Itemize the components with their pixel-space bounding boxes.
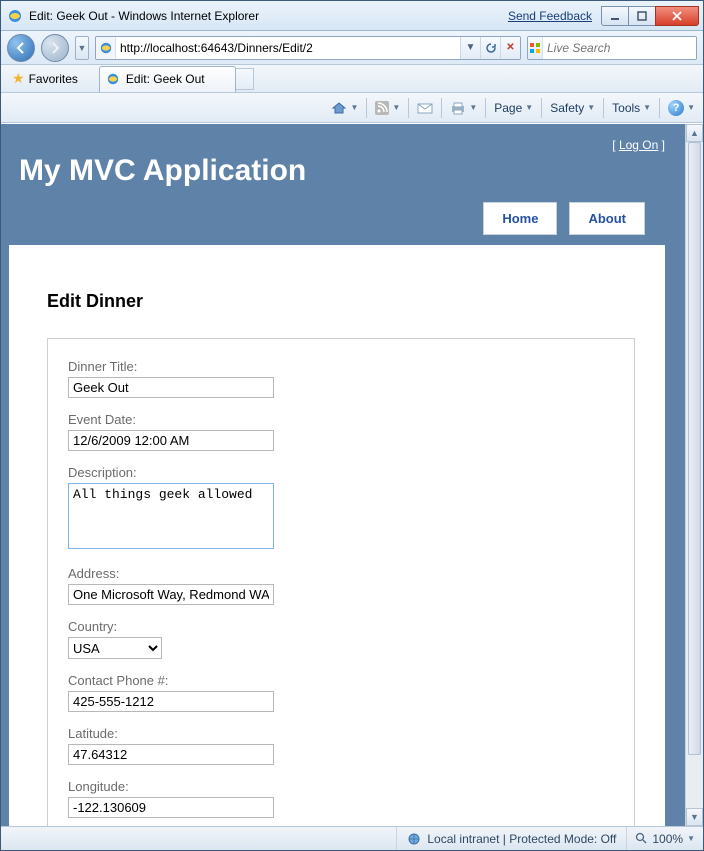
address-bar: ▼ ✕ bbox=[95, 36, 521, 60]
print-icon bbox=[450, 101, 466, 115]
zoom-icon bbox=[635, 832, 648, 845]
nav-history-dropdown[interactable]: ▼ bbox=[75, 36, 89, 60]
rss-icon bbox=[375, 101, 389, 115]
main-content: Edit Dinner Dinner Title: Event Date: De… bbox=[9, 245, 665, 826]
input-date[interactable] bbox=[68, 430, 274, 451]
input-title[interactable] bbox=[68, 377, 274, 398]
tools-menu[interactable]: Tools▼ bbox=[608, 96, 655, 120]
window-title: Edit: Geek Out - Windows Internet Explor… bbox=[29, 9, 508, 23]
browser-tab[interactable]: Edit: Geek Out bbox=[99, 66, 236, 92]
input-phone[interactable] bbox=[68, 691, 274, 712]
label-address: Address: bbox=[68, 566, 614, 581]
label-longitude: Longitude: bbox=[68, 779, 614, 794]
favorites-bar: ★ Favorites Edit: Geek Out bbox=[1, 65, 703, 93]
content-viewport: [ Log On ] My MVC Application Home About… bbox=[1, 123, 703, 826]
input-longitude[interactable] bbox=[68, 797, 274, 818]
tab-favicon bbox=[106, 72, 120, 86]
separator bbox=[366, 98, 367, 118]
minimize-button[interactable] bbox=[601, 6, 629, 26]
mail-icon bbox=[417, 101, 433, 115]
scroll-down-button[interactable]: ▼ bbox=[686, 808, 703, 826]
titlebar: Edit: Geek Out - Windows Internet Explor… bbox=[1, 1, 703, 31]
browser-window: Edit: Geek Out - Windows Internet Explor… bbox=[0, 0, 704, 851]
zoom-dropdown-icon: ▼ bbox=[687, 834, 695, 843]
nav-tabs: Home About bbox=[15, 202, 665, 235]
help-button[interactable]: ?▼ bbox=[664, 96, 699, 120]
scroll-up-button[interactable]: ▲ bbox=[686, 124, 703, 142]
page-favicon bbox=[96, 37, 116, 59]
page-menu[interactable]: Page▼ bbox=[490, 96, 537, 120]
field-latitude: Latitude: bbox=[68, 726, 614, 765]
feeds-button[interactable]: ▼ bbox=[371, 96, 404, 120]
refresh-button[interactable] bbox=[480, 37, 500, 59]
label-phone: Contact Phone #: bbox=[68, 673, 614, 688]
close-button[interactable] bbox=[655, 6, 699, 26]
edit-form: Dinner Title: Event Date: Description: A… bbox=[47, 338, 635, 826]
search-input[interactable] bbox=[543, 37, 697, 59]
nav-toolbar: ▼ ▼ ✕ bbox=[1, 31, 703, 65]
ie-icon bbox=[7, 8, 23, 24]
field-longitude: Longitude: bbox=[68, 779, 614, 818]
field-address: Address: bbox=[68, 566, 614, 605]
mvc-page: [ Log On ] My MVC Application Home About… bbox=[9, 132, 685, 826]
separator bbox=[485, 98, 486, 118]
label-title: Dinner Title: bbox=[68, 359, 614, 374]
label-country: Country: bbox=[68, 619, 614, 634]
status-bar: Local intranet | Protected Mode: Off 100… bbox=[1, 826, 703, 850]
send-feedback-link[interactable]: Send Feedback bbox=[508, 9, 592, 23]
zoom-control[interactable]: 100% ▼ bbox=[626, 827, 703, 850]
new-tab-button[interactable] bbox=[236, 68, 254, 90]
address-input[interactable] bbox=[116, 37, 460, 59]
vertical-scrollbar[interactable]: ▲ ▼ bbox=[685, 124, 703, 826]
forward-button[interactable] bbox=[41, 34, 69, 62]
print-button[interactable]: ▼ bbox=[446, 96, 481, 120]
field-description: Description: All things geek allowed bbox=[68, 465, 614, 552]
live-search-icon bbox=[528, 37, 543, 59]
home-button[interactable]: ▼ bbox=[327, 96, 362, 120]
field-country: Country: USA bbox=[68, 619, 614, 659]
tab-title: Edit: Geek Out bbox=[126, 72, 205, 86]
intranet-icon bbox=[407, 832, 421, 846]
window-buttons bbox=[602, 6, 699, 26]
nav-about[interactable]: About bbox=[569, 202, 645, 235]
favorites-button[interactable]: ★ Favorites bbox=[5, 67, 89, 91]
separator bbox=[441, 98, 442, 118]
input-latitude[interactable] bbox=[68, 744, 274, 765]
favorites-label: Favorites bbox=[29, 72, 78, 86]
star-icon: ★ bbox=[12, 70, 25, 87]
app-title: My MVC Application bbox=[19, 154, 665, 188]
separator bbox=[408, 98, 409, 118]
label-description: Description: bbox=[68, 465, 614, 480]
page-body: [ Log On ] My MVC Application Home About… bbox=[1, 124, 685, 826]
scroll-track[interactable] bbox=[686, 142, 703, 808]
security-zone[interactable]: Local intranet | Protected Mode: Off bbox=[396, 827, 626, 850]
field-phone: Contact Phone #: bbox=[68, 673, 614, 712]
nav-home[interactable]: Home bbox=[483, 202, 557, 235]
page-heading: Edit Dinner bbox=[47, 291, 635, 312]
masthead: [ Log On ] My MVC Application Home About bbox=[9, 132, 685, 245]
home-icon bbox=[331, 100, 347, 116]
label-latitude: Latitude: bbox=[68, 726, 614, 741]
address-dropdown[interactable]: ▼ bbox=[460, 37, 480, 59]
separator bbox=[541, 98, 542, 118]
command-bar: ▼ ▼ ▼ Page▼ Safety▼ Tools▼ ?▼ bbox=[1, 93, 703, 123]
back-button[interactable] bbox=[7, 34, 35, 62]
field-date: Event Date: bbox=[68, 412, 614, 451]
search-box bbox=[527, 36, 697, 60]
select-country[interactable]: USA bbox=[68, 637, 162, 659]
label-date: Event Date: bbox=[68, 412, 614, 427]
separator bbox=[659, 98, 660, 118]
field-title: Dinner Title: bbox=[68, 359, 614, 398]
scroll-thumb[interactable] bbox=[688, 142, 701, 755]
logon-link[interactable]: Log On bbox=[619, 138, 658, 152]
stop-button[interactable]: ✕ bbox=[500, 37, 520, 59]
maximize-button[interactable] bbox=[628, 6, 656, 26]
input-description[interactable]: All things geek allowed bbox=[68, 483, 274, 549]
read-mail-button[interactable] bbox=[413, 96, 437, 120]
safety-menu[interactable]: Safety▼ bbox=[546, 96, 599, 120]
logon-area: [ Log On ] bbox=[612, 138, 665, 152]
help-icon: ? bbox=[668, 100, 684, 116]
input-address[interactable] bbox=[68, 584, 274, 605]
separator bbox=[603, 98, 604, 118]
